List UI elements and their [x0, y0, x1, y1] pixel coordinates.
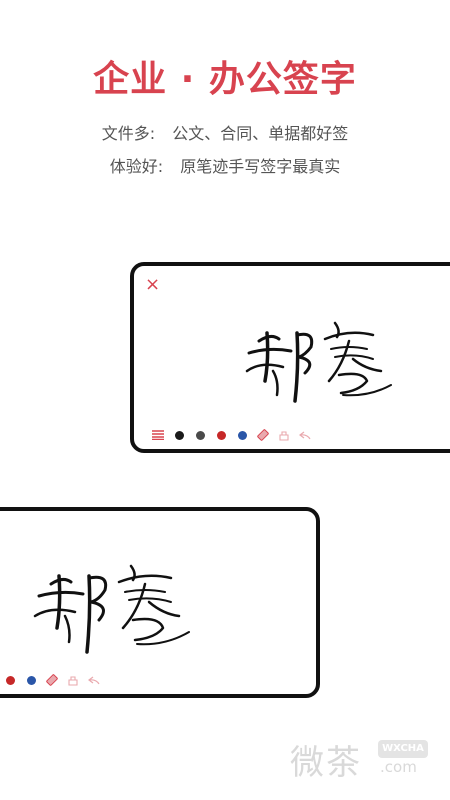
color-swatch-black[interactable] — [173, 429, 185, 441]
color-swatch-gray[interactable] — [194, 429, 206, 441]
promo-screen: 企业 · 办公签字 文件多: 公文、合同、单据都好签 体验好: 原笔迹手写签字最… — [0, 0, 450, 800]
signing-pad-top[interactable]: × — [130, 262, 450, 453]
pen-toolbar — [4, 674, 100, 686]
color-swatch-blue[interactable] — [25, 674, 37, 686]
feature-text-files: 公文、合同、单据都好签 — [172, 124, 349, 143]
signing-pad-bottom[interactable] — [0, 507, 320, 698]
color-dot — [5, 675, 15, 685]
color-dot — [237, 430, 247, 440]
feature-text-experience: 原笔迹手写签字最真实 — [180, 157, 341, 176]
page-title: 企业 · 办公签字 — [93, 59, 357, 100]
eraser-icon[interactable] — [257, 429, 269, 441]
color-swatch-red[interactable] — [4, 674, 16, 686]
close-icon[interactable]: × — [145, 276, 160, 294]
color-dot — [174, 430, 184, 440]
feature-label-files: 文件多: — [101, 124, 156, 143]
signature-drawing — [33, 564, 190, 654]
color-dot — [26, 675, 36, 685]
watermark-tag: WXCHA — [378, 740, 428, 758]
color-swatch-red[interactable] — [215, 429, 227, 441]
color-dot — [195, 430, 205, 440]
feature-line-experience: 体验好: 原笔迹手写签字最真实 — [0, 153, 450, 177]
color-dot — [216, 430, 226, 440]
undo-icon[interactable] — [88, 674, 100, 686]
color-swatch-blue[interactable] — [236, 429, 248, 441]
clear-icon[interactable] — [67, 674, 79, 686]
watermark-domain: .com — [380, 758, 417, 776]
menu-icon[interactable] — [152, 429, 164, 441]
eraser-icon[interactable] — [46, 674, 58, 686]
feature-label-experience: 体验好: — [109, 157, 164, 176]
clear-icon[interactable] — [278, 429, 290, 441]
watermark-logo: 微茶 — [290, 743, 362, 783]
signature-drawing — [245, 321, 392, 403]
feature-line-files: 文件多: 公文、合同、单据都好签 — [0, 120, 450, 144]
undo-icon[interactable] — [299, 429, 311, 441]
pen-toolbar — [152, 429, 311, 441]
